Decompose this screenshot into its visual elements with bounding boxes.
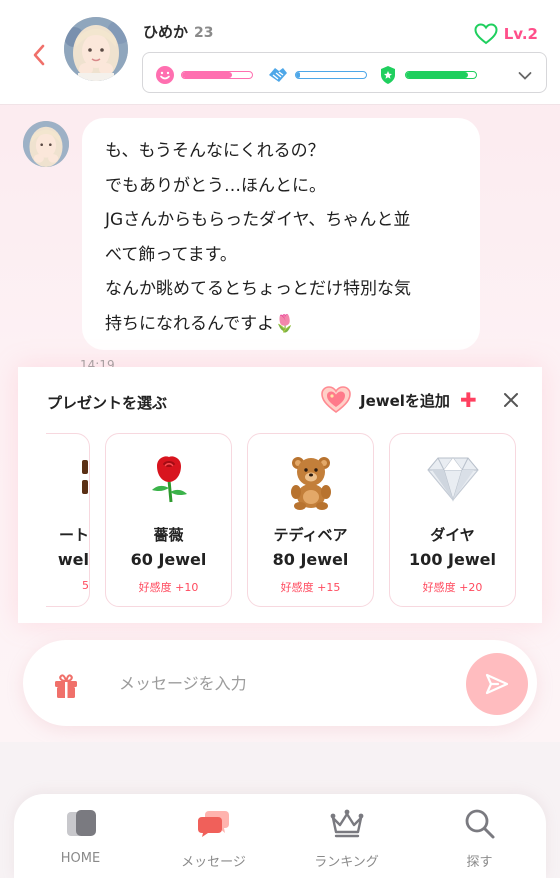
chat-header: ひめか 23 Lv.2 <box>0 0 560 105</box>
chevron-left-icon <box>33 44 45 66</box>
trust-gauge-fill <box>296 72 300 78</box>
gift-card-teddy-bear[interactable]: テディベア 80 Jewel 好感度 +15 <box>247 433 374 607</box>
shield-gauge-fill <box>406 72 468 78</box>
relationship-gauges[interactable] <box>142 52 547 93</box>
nav-item-ranking[interactable]: ランキング <box>280 794 413 878</box>
nav-item-messages[interactable]: メッセージ <box>147 794 280 878</box>
gift-price: wel <box>57 550 89 569</box>
gauge-expand-button[interactable] <box>518 66 532 85</box>
profile-avatar[interactable] <box>64 17 128 81</box>
shield-star-icon <box>381 66 395 84</box>
teddy-bear-icon <box>290 457 331 510</box>
gift-name: 薔薇 <box>153 526 184 544</box>
message-line: べて飾ってます。 <box>105 244 237 265</box>
smile-gauge-bar <box>181 71 253 79</box>
gift-panel-title: プレゼントを選ぶ <box>47 394 168 412</box>
message-bubble: も、もうそんなにくれるの？ でもありがとう…ほんとに。 JGさんからもらったダイ… <box>82 118 480 350</box>
smile-gauge <box>155 65 253 85</box>
chevron-down-icon <box>518 72 532 80</box>
home-cards-icon <box>66 810 96 836</box>
gift-name: テディベア <box>273 526 348 544</box>
close-icon <box>504 393 518 407</box>
crown-icon <box>330 809 363 838</box>
message-line: も、もうそんなにくれるの？ <box>105 141 325 161</box>
heart-icon <box>474 23 498 45</box>
close-gift-panel-button[interactable] <box>503 392 519 412</box>
nav-label-search: 探す <box>466 855 493 870</box>
message-line: でもありがとう…ほんとに。 <box>105 175 326 196</box>
gift-panel: プレゼントを選ぶ Jewelを追加 ✚ ート wel 5 薔薇 60 Jewel… <box>18 367 542 623</box>
gift-price: 100 Jewel <box>409 550 496 569</box>
nav-label-messages: メッセージ <box>181 855 246 870</box>
shield-gauge <box>379 65 477 85</box>
shield-gauge-bar <box>405 71 477 79</box>
level-indicator: Lv.2 <box>474 23 538 45</box>
back-button[interactable] <box>26 40 52 70</box>
message-line: JGさんからもらったダイヤ、ちゃんと並 <box>105 210 411 230</box>
rose-icon <box>151 456 187 503</box>
gift-card-diamond[interactable]: ダイヤ 100 Jewel 好感度 +20 <box>389 433 516 607</box>
smile-gauge-fill <box>182 72 233 78</box>
nav-label-home: HOME <box>60 851 101 866</box>
jewel-heart-icon <box>321 386 351 413</box>
level-label: Lv.2 <box>503 25 538 43</box>
trust-gauge-bar <box>295 71 367 79</box>
gift-name: ダイヤ <box>430 526 475 544</box>
message-line: 持ちになれるんですよ🌷 <box>105 313 296 334</box>
add-jewel-label: Jewelを追加 <box>360 391 450 410</box>
gift-button[interactable] <box>53 673 79 703</box>
message-input[interactable] <box>119 666 449 700</box>
add-jewel-button[interactable]: Jewelを追加 ✚ <box>320 385 477 415</box>
gift-affinity: 好感度 +15 <box>280 581 341 594</box>
nav-label-ranking: ランキング <box>314 855 379 870</box>
diamond-icon <box>426 457 479 502</box>
profile-name: ひめか <box>143 23 189 41</box>
bottom-nav: HOME メッセージ ランキング 探す <box>14 794 546 878</box>
chat-screen: ひめか 23 Lv.2 も、もうそんなにくれるの？ でもありがとう…ほんとに。 … <box>0 0 560 878</box>
send-button[interactable] <box>466 653 528 715</box>
search-icon <box>465 809 494 839</box>
chocolate-icon <box>46 454 54 508</box>
message-line: なんか眺めてるとちょっとだけ特別な気 <box>105 279 411 299</box>
trust-gauge <box>267 65 367 85</box>
gift-affinity: 5 <box>82 579 89 592</box>
gift-card-rose[interactable]: 薔薇 60 Jewel 好感度 +10 <box>105 433 232 607</box>
nav-item-search[interactable]: 探す <box>413 794 546 878</box>
gift-card-chocolate[interactable]: ート wel 5 <box>46 433 90 607</box>
plus-icon: ✚ <box>459 388 477 412</box>
message-avatar[interactable] <box>23 121 69 167</box>
gift-affinity: 好感度 +20 <box>422 581 483 594</box>
gift-price: 60 Jewel <box>130 550 207 569</box>
chat-bubbles-icon <box>197 811 229 837</box>
profile-age: 23 <box>194 25 214 41</box>
gift-icon <box>55 674 77 698</box>
gift-price: 80 Jewel <box>272 550 349 569</box>
smile-icon <box>156 66 174 84</box>
profile-name-row: ひめか 23 <box>143 21 214 42</box>
gift-name: ート <box>58 526 89 544</box>
nav-item-home[interactable]: HOME <box>14 794 147 878</box>
message-input-bar <box>23 640 537 726</box>
gift-affinity: 好感度 +10 <box>138 581 199 594</box>
handshake-icon <box>269 68 287 82</box>
send-icon <box>485 673 509 695</box>
gift-carousel[interactable]: ート wel 5 薔薇 60 Jewel 好感度 +10 テディベア 80 Je… <box>46 433 528 609</box>
